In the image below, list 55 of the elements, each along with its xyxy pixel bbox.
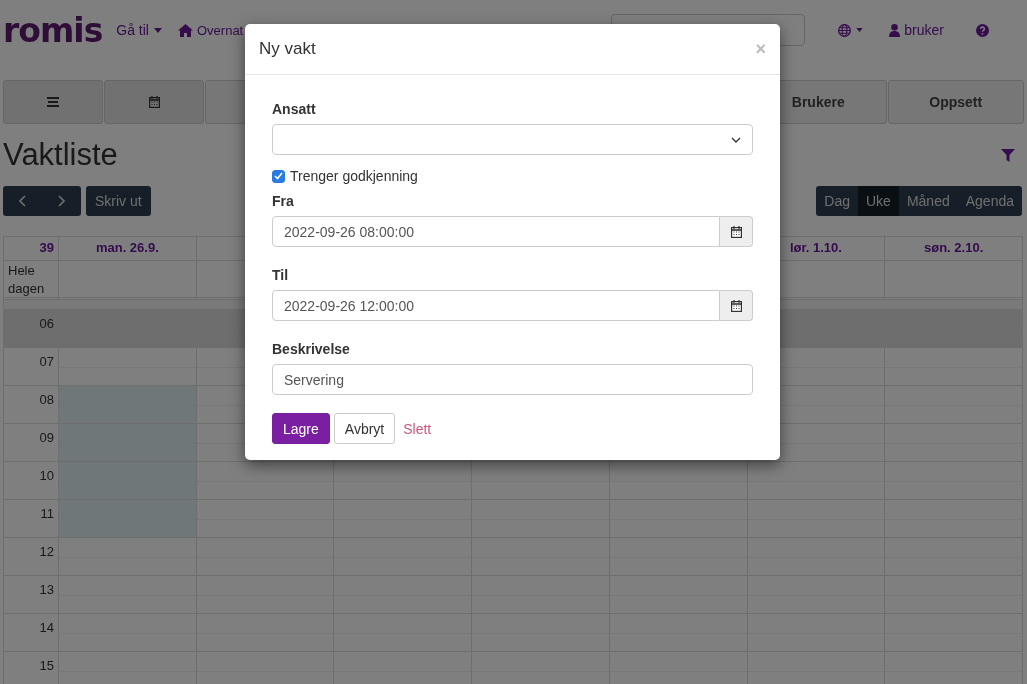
field-label: Fra [272, 193, 295, 209]
hour-label: 06 [4, 310, 59, 348]
hour-label: 12 [4, 538, 59, 576]
chevron-right-icon [58, 195, 65, 207]
calendar-icon [730, 299, 742, 312]
caret-icon [856, 28, 864, 32]
chevron-left-icon [19, 195, 26, 207]
home-icon [178, 23, 193, 37]
previous-button[interactable] [3, 186, 42, 216]
user-icon [889, 23, 901, 37]
view-tab[interactable]: Agenda [957, 186, 1022, 216]
view-tab[interactable]: Dag [816, 186, 858, 216]
nav-link[interactable]: Overnat [178, 22, 244, 38]
date-time-field[interactable]: 2022-09-26 08:00:00 [272, 216, 720, 247]
save-button[interactable]: Lagre [272, 413, 330, 444]
logo[interactable]: romis [3, 10, 103, 50]
checkbox[interactable] [272, 169, 285, 183]
caret-icon [154, 27, 162, 33]
field-label: Ansatt [272, 101, 317, 117]
view-tab[interactable]: Uke [858, 186, 899, 216]
field-label: Beskrivelse [272, 341, 351, 357]
calendar-icon [148, 96, 160, 108]
hour-label: 15 [4, 652, 59, 684]
delete-link[interactable]: Slett [399, 413, 436, 444]
hour-label: 07 [4, 348, 59, 386]
hour-label: 13 [4, 576, 59, 614]
filter-icon[interactable] [1001, 148, 1015, 162]
day-header: man. 26.9. [59, 237, 197, 261]
cancel-button[interactable]: Avbryt [333, 413, 396, 444]
field-label: Til [272, 267, 290, 283]
week-number: 39 [4, 237, 59, 261]
next-button[interactable] [42, 186, 81, 216]
day-header: søn. 2.10. [885, 237, 1023, 261]
calendar-view-tile[interactable] [104, 80, 204, 124]
help-icon[interactable] [976, 23, 989, 37]
language-menu[interactable] [838, 23, 864, 37]
hour-label: 14 [4, 614, 59, 652]
nav-menu-link[interactable]: Gå til [116, 22, 162, 38]
user-menu-link[interactable]: bruker [889, 22, 944, 38]
menu-icon [47, 97, 59, 107]
print-button[interactable]: Skriv ut [86, 186, 151, 216]
globe-icon [838, 23, 852, 37]
nav-tile[interactable]: Oppsett [887, 80, 1024, 124]
modal-title: Ny vakt [259, 39, 316, 59]
list-view-tile[interactable] [3, 80, 103, 124]
chevron-down-icon [731, 136, 741, 143]
date-time-field[interactable]: 2022-09-26 12:00:00 [272, 290, 720, 321]
page-title: Vaktliste [3, 137, 118, 173]
checkbox-label: Trenger godkjenning [290, 168, 418, 184]
view-tab[interactable]: Måned [898, 186, 958, 216]
calendar-icon [730, 225, 742, 238]
description-field[interactable]: Servering [272, 364, 753, 395]
date-picker-button[interactable] [720, 290, 753, 321]
date-picker-button[interactable] [720, 216, 753, 247]
employee-select[interactable] [272, 124, 753, 155]
